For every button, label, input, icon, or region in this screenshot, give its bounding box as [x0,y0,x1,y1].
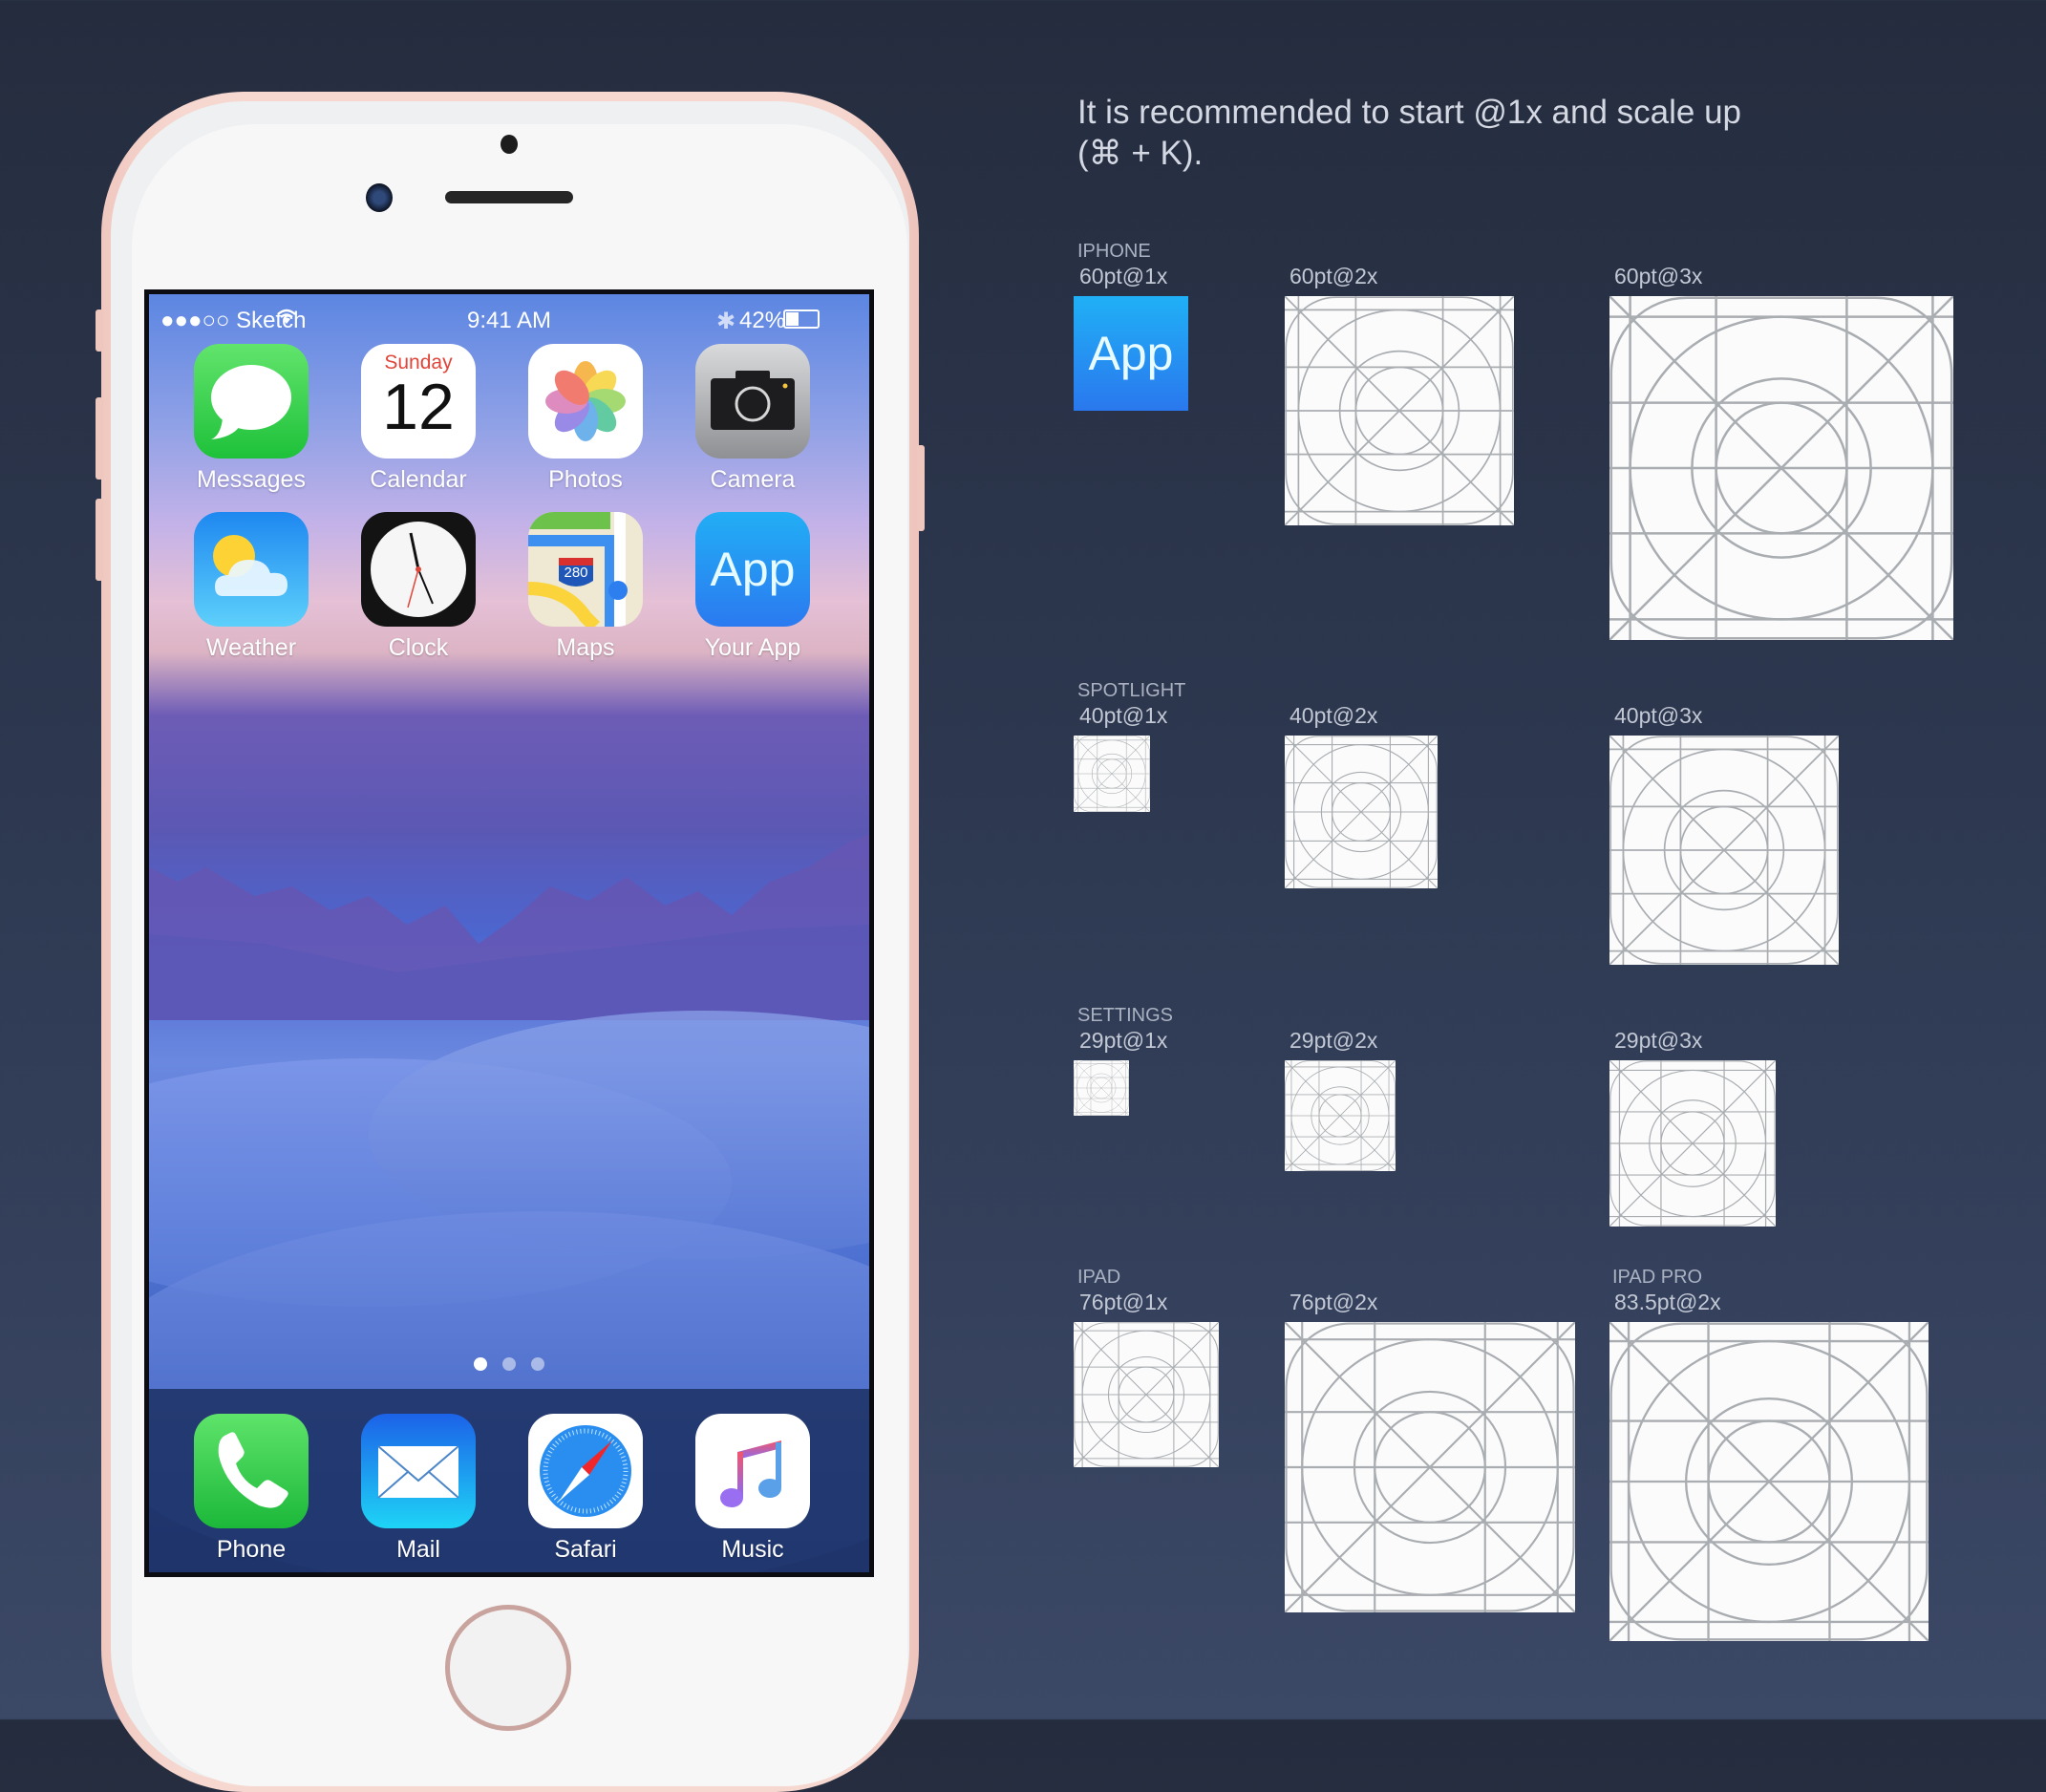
app-icon-glyph: App [1088,327,1174,380]
size-label: 29pt@3x [1614,1028,1703,1053]
heading-line-1: It is recommended to start @1x and scale… [1077,94,1742,131]
size-label: 60pt@1x [1079,264,1168,288]
icon-grid-template [1285,1322,1575,1612]
app-icon-60pt-1x: App [1074,296,1188,411]
wallpaper-mountains [149,834,869,1020]
icon-grid-template [1285,1060,1396,1171]
icon-grid-template [1074,1322,1219,1467]
heading-line-2: (⌘ + K). [1077,135,1204,172]
icon-grid-template [1285,736,1438,888]
clock-icon [361,512,476,627]
icon-grid-template [1609,296,1953,640]
category-settings: SETTINGS [1077,1005,1174,1026]
home-button[interactable] [445,1605,571,1731]
power-button [917,445,925,531]
app-maps[interactable]: 280 Maps [502,512,669,662]
app-weather[interactable]: Weather [168,512,334,662]
size-label: 76pt@2x [1289,1290,1378,1314]
icon-grid-template [1074,736,1150,812]
app-calendar[interactable]: Sunday 12 Calendar [335,344,501,494]
icon-grid-template [1609,1322,1929,1641]
icon-grid-template [1285,296,1514,525]
mail-icon [361,1414,476,1528]
music-icon [695,1414,810,1528]
recommendation-heading: It is recommended to start @1x and scale… [1077,92,1937,174]
page-indicator[interactable] [149,1357,869,1376]
photos-icon [528,344,643,459]
size-label: 60pt@3x [1614,264,1703,288]
category-ipad: IPAD [1077,1267,1121,1288]
maps-icon: 280 [528,512,643,627]
dock-app-music[interactable]: Music [670,1414,836,1564]
earpiece-speaker [445,191,573,203]
size-label: 60pt@2x [1289,264,1378,288]
mute-switch [96,309,103,352]
bluetooth-icon: ✱ [716,309,736,334]
volume-down-button [96,499,103,581]
messages-icon [194,344,309,459]
dock-app-mail[interactable]: Mail [335,1414,501,1564]
home-screen: ●●●○○ Sketch 9:41 AM ✱ 42% Messages Sund… [149,294,869,1572]
icon-grid-template [1074,1060,1129,1116]
phone-screen: ●●●○○ Sketch 9:41 AM ✱ 42% Messages Sund… [144,289,874,1577]
size-label: 29pt@1x [1079,1028,1168,1053]
size-label: 83.5pt@2x [1614,1290,1721,1314]
page-dot[interactable] [531,1357,544,1371]
status-bar: ●●●○○ Sketch 9:41 AM ✱ 42% [149,302,869,340]
app-camera[interactable]: Camera [670,344,836,494]
dock-app-safari[interactable]: Safari [502,1414,669,1564]
app-your-app[interactable]: App Your App [670,512,836,662]
app-photos[interactable]: Photos [502,344,669,494]
safari-icon [528,1414,643,1528]
proximity-sensor [501,135,518,154]
category-ipad-pro: IPAD PRO [1612,1267,1703,1288]
dock: Phone Mail Safari Music [149,1389,869,1572]
icon-grid-template [1609,1060,1776,1227]
front-camera [366,183,393,212]
page-dot[interactable] [502,1357,516,1371]
page-dot[interactable] [474,1357,487,1371]
battery-percent: 42% [739,308,786,333]
app-icon: App [695,512,810,627]
dock-app-phone[interactable]: Phone [168,1414,334,1564]
app-clock[interactable]: Clock [335,512,501,662]
calendar-icon: Sunday 12 [361,344,476,459]
size-label: 29pt@2x [1289,1028,1378,1053]
icon-grid-template [1609,736,1839,965]
app-messages[interactable]: Messages [168,344,334,494]
size-label: 76pt@1x [1079,1290,1168,1314]
camera-icon [695,344,810,459]
category-iphone: IPHONE [1077,241,1151,262]
size-label: 40pt@1x [1079,703,1168,728]
volume-up-button [96,397,103,480]
weather-icon [194,512,309,627]
size-label: 40pt@2x [1289,703,1378,728]
size-label: 40pt@3x [1614,703,1703,728]
category-spotlight: SPOTLIGHT [1077,680,1186,701]
battery-icon [783,309,820,329]
phone-icon [194,1414,309,1528]
